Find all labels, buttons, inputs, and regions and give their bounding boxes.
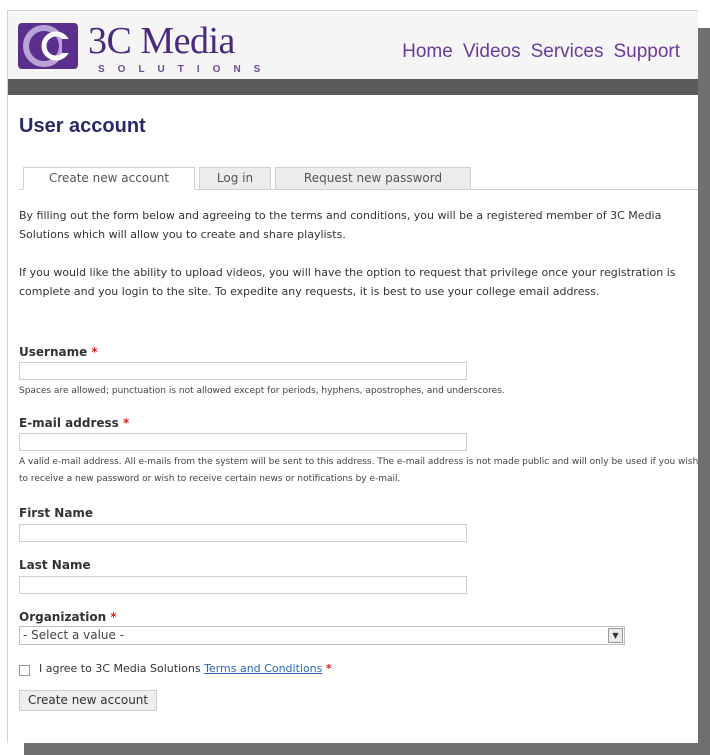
first-name-label: First Name [19, 506, 94, 520]
terms-link[interactable]: Terms and Conditions [204, 662, 322, 675]
agree-label: I agree to 3C Media Solutions Terms and … [39, 662, 332, 675]
nav-home[interactable]: Home [402, 41, 453, 63]
email-description: A valid e-mail address. All e-mails from… [19, 457, 698, 484]
nav-videos[interactable]: Videos [463, 41, 521, 63]
email-label: E-mail address * [19, 416, 130, 430]
last-name-label: Last Name [19, 558, 91, 572]
required-mark: * [91, 345, 98, 359]
required-mark: * [325, 662, 332, 675]
main-nav: Home Videos Services Support [402, 41, 680, 63]
username-input[interactable] [19, 362, 467, 380]
email-input[interactable] [19, 433, 467, 451]
site-header: 3C Media SOLUTIONS Home Videos Services … [8, 11, 698, 79]
header-bar [8, 79, 698, 95]
intro-paragraph-1: By filling out the form below and agreei… [19, 209, 662, 241]
page-panel: 3C Media SOLUTIONS Home Videos Services … [7, 10, 698, 743]
intro-paragraph-2: If you would like the ability to upload … [19, 266, 676, 298]
organization-select[interactable]: - Select a value - ▼ [19, 626, 625, 645]
logo-text: 3C Media [88, 20, 235, 62]
agree-checkbox[interactable] [19, 665, 30, 676]
first-name-input[interactable] [19, 524, 467, 542]
shadow-bottom [24, 742, 710, 755]
required-mark: * [110, 610, 117, 624]
chevron-down-icon[interactable]: ▼ [608, 628, 623, 643]
page-title: User account [19, 115, 146, 137]
organization-label: Organization * [19, 610, 117, 624]
tab-create-account[interactable]: Create new account [23, 167, 195, 190]
site-logo[interactable]: 3C Media SOLUTIONS [18, 20, 278, 77]
last-name-input[interactable] [19, 576, 467, 594]
shadow-right [697, 28, 710, 755]
account-tabs: Create new account Log in Request new pa… [19, 167, 698, 190]
organization-selected-value: - Select a value - [23, 628, 125, 642]
tab-request-password[interactable]: Request new password [275, 167, 471, 190]
logo-subtitle: SOLUTIONS [98, 64, 274, 75]
tab-log-in[interactable]: Log in [199, 167, 271, 190]
username-label: Username * [19, 345, 98, 359]
nav-services[interactable]: Services [531, 41, 604, 63]
create-account-button[interactable]: Create new account [19, 690, 158, 711]
required-mark: * [123, 416, 130, 430]
logo-swirl-icon [18, 23, 78, 69]
nav-support[interactable]: Support [613, 41, 680, 63]
username-description: Spaces are allowed; punctuation is not a… [19, 386, 505, 396]
